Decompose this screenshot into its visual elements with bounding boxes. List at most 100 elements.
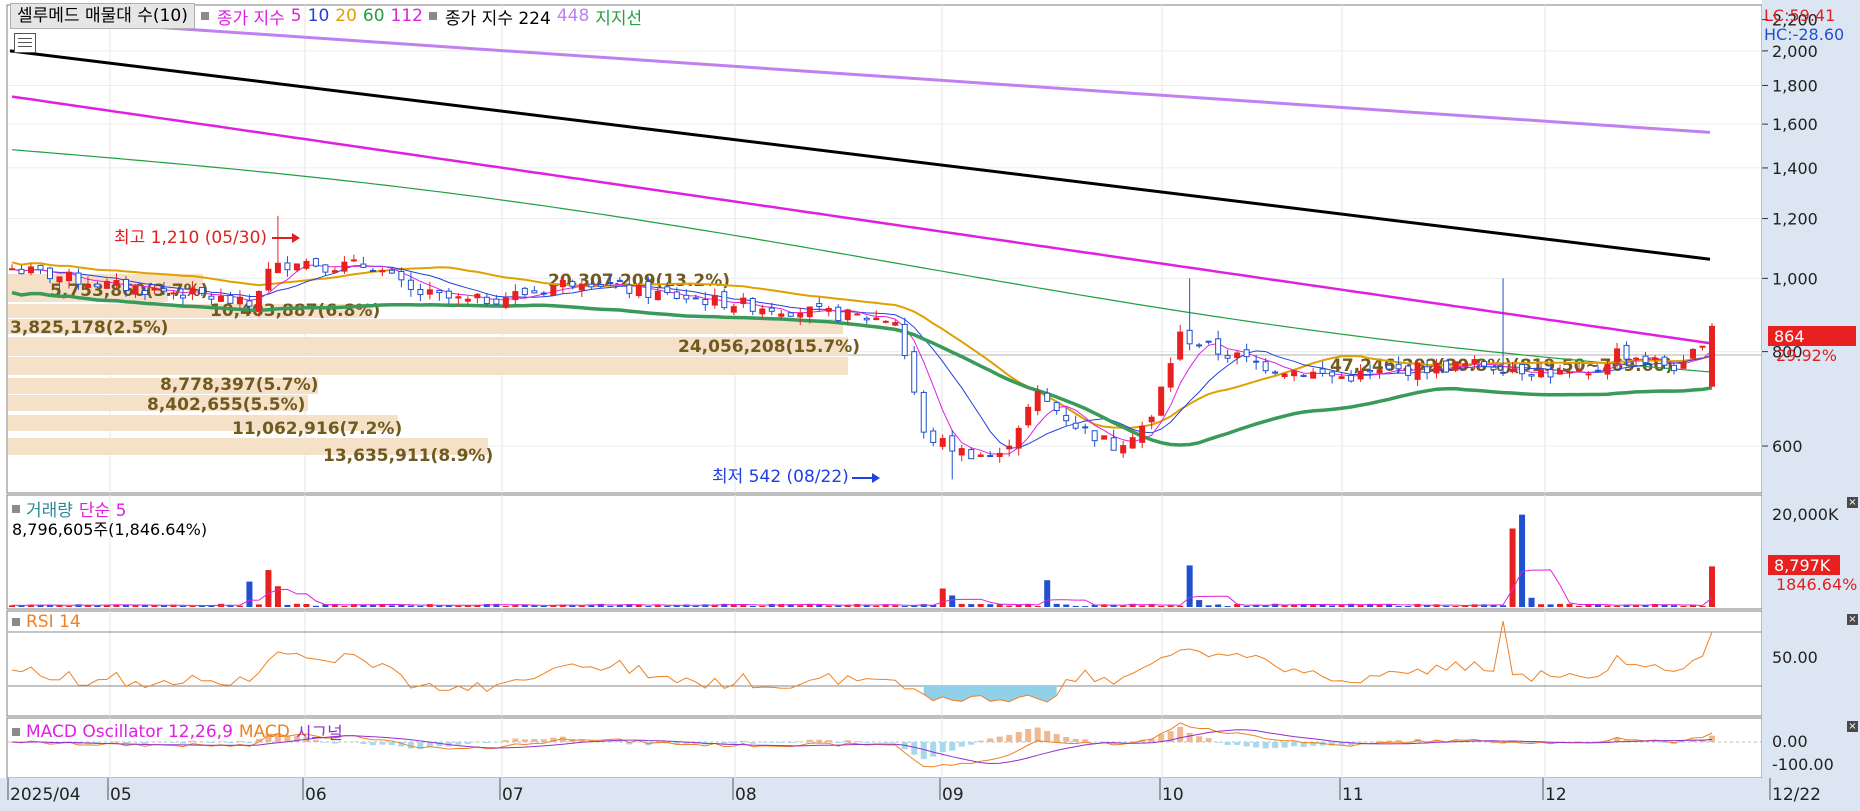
candle-body bbox=[1310, 371, 1317, 379]
volume-bar bbox=[1424, 605, 1431, 607]
close-volume-panel-icon[interactable]: × bbox=[1847, 497, 1858, 508]
candle-body bbox=[1424, 366, 1431, 374]
support-legend[interactable]: 지지선 bbox=[595, 4, 642, 29]
candle-body bbox=[1348, 374, 1355, 382]
macd-histogram-bar bbox=[369, 742, 376, 746]
candle-body bbox=[464, 298, 471, 302]
candle-body bbox=[749, 297, 756, 312]
candle-body bbox=[1139, 425, 1146, 443]
macd-histogram-bar bbox=[996, 736, 1003, 742]
volume-bar bbox=[189, 606, 196, 607]
candle-body bbox=[455, 296, 462, 299]
volume-bar bbox=[1604, 605, 1611, 607]
candle-body bbox=[1253, 360, 1260, 363]
macd-histogram-bar bbox=[1405, 741, 1412, 742]
candle-body bbox=[303, 260, 310, 269]
volume-bar bbox=[1671, 605, 1678, 607]
x-tick-label: 05 bbox=[110, 785, 132, 805]
candle-body bbox=[1680, 362, 1687, 369]
candle-body bbox=[806, 306, 813, 318]
candle-body bbox=[1063, 414, 1070, 422]
macd-histogram-bar bbox=[825, 739, 832, 742]
stock-selector[interactable]: 셀루메드 매물대 수(10) bbox=[10, 3, 195, 29]
volume-bar bbox=[1699, 606, 1706, 607]
macd-histogram-bar bbox=[616, 740, 623, 742]
candle-body bbox=[949, 435, 956, 452]
volume-bar bbox=[1661, 605, 1668, 607]
macd-histogram-bar bbox=[1376, 740, 1383, 742]
macd-histogram-bar bbox=[1196, 736, 1203, 742]
candle-body bbox=[1557, 369, 1564, 375]
candle-body bbox=[284, 262, 291, 271]
candle-body bbox=[27, 266, 34, 274]
macd-histogram-bar bbox=[464, 742, 471, 744]
candle-body bbox=[1595, 369, 1602, 372]
volume-bar bbox=[1063, 604, 1070, 607]
close-rsi-panel-icon[interactable]: × bbox=[1847, 614, 1858, 625]
volume-bar bbox=[94, 605, 101, 607]
candle-body bbox=[1177, 331, 1184, 360]
volume-bar bbox=[1120, 605, 1127, 607]
macd-signal-label[interactable]: 시그널 bbox=[296, 719, 343, 744]
x-tick-label: 09 bbox=[942, 785, 964, 805]
legend-marker-icon bbox=[12, 618, 20, 626]
ma60-legend[interactable]: 60 bbox=[363, 6, 385, 26]
macd-label[interactable]: MACD bbox=[239, 722, 290, 742]
volume-bar bbox=[1224, 606, 1231, 607]
rsi-legend: RSI 14 bbox=[12, 612, 81, 632]
x-tick-label: 07 bbox=[502, 785, 524, 805]
candle-body bbox=[265, 268, 272, 291]
x-tick-label: 12 bbox=[1545, 785, 1567, 805]
volume-bar bbox=[1015, 604, 1022, 607]
macd-histogram-bar bbox=[483, 742, 490, 744]
macd-histogram-bar bbox=[1386, 740, 1393, 742]
rsi-title[interactable]: RSI 14 bbox=[26, 612, 81, 632]
macd-histogram-bar bbox=[768, 742, 775, 743]
macd-histogram-bar bbox=[502, 740, 509, 742]
candle-body bbox=[445, 290, 452, 299]
candle-body bbox=[189, 287, 196, 295]
candle-body bbox=[293, 263, 300, 271]
ma10-legend[interactable]: 10 bbox=[308, 6, 330, 26]
volume-bar bbox=[293, 603, 300, 607]
volume-bar bbox=[398, 604, 405, 607]
y-tick-label: 1,000 bbox=[1772, 269, 1818, 288]
close-macd-panel-icon[interactable]: × bbox=[1847, 721, 1858, 732]
candle-body bbox=[236, 296, 243, 305]
candle-body bbox=[350, 259, 357, 262]
ma112-legend[interactable]: 112 bbox=[391, 6, 423, 26]
hc-readout: HC:-28.60 bbox=[1764, 25, 1844, 44]
macd-histogram-bar bbox=[892, 742, 899, 743]
volume-bar bbox=[417, 605, 424, 607]
candle-body bbox=[1072, 422, 1079, 429]
macd-histogram-bar bbox=[1357, 742, 1364, 743]
candle-body bbox=[1500, 371, 1507, 374]
candle-body bbox=[1386, 364, 1393, 370]
macd-histogram-bar bbox=[1224, 742, 1231, 745]
candle-body bbox=[56, 276, 63, 283]
ma5-legend[interactable]: 5 bbox=[291, 6, 302, 26]
candle-body bbox=[1015, 427, 1022, 449]
ma224-legend[interactable]: 종가 지수 224 bbox=[445, 4, 551, 29]
candle-body bbox=[797, 312, 804, 318]
candle-body bbox=[1519, 363, 1526, 375]
macd-osc-title[interactable]: MACD Oscillator 12,26,9 bbox=[26, 722, 233, 742]
candle-body bbox=[1091, 430, 1098, 442]
candle-body bbox=[1006, 445, 1013, 450]
table-toggle-icon[interactable] bbox=[14, 33, 36, 53]
volume-bar bbox=[1034, 606, 1041, 607]
ma448-legend[interactable]: 448 bbox=[557, 6, 589, 26]
volume-bar bbox=[141, 605, 148, 607]
candle-body bbox=[65, 271, 72, 282]
candle-body bbox=[208, 295, 215, 300]
macd-histogram-bar bbox=[1253, 742, 1260, 748]
candle-body bbox=[1452, 361, 1459, 371]
ma20-legend[interactable]: 20 bbox=[335, 6, 357, 26]
candle-body bbox=[1044, 392, 1051, 402]
volume-bar bbox=[949, 595, 956, 607]
x-axis-bg bbox=[0, 778, 1860, 811]
macd-histogram-bar bbox=[360, 742, 367, 744]
candle-body bbox=[1642, 355, 1649, 364]
candle-body bbox=[483, 296, 490, 305]
macd-histogram-bar bbox=[844, 740, 851, 742]
